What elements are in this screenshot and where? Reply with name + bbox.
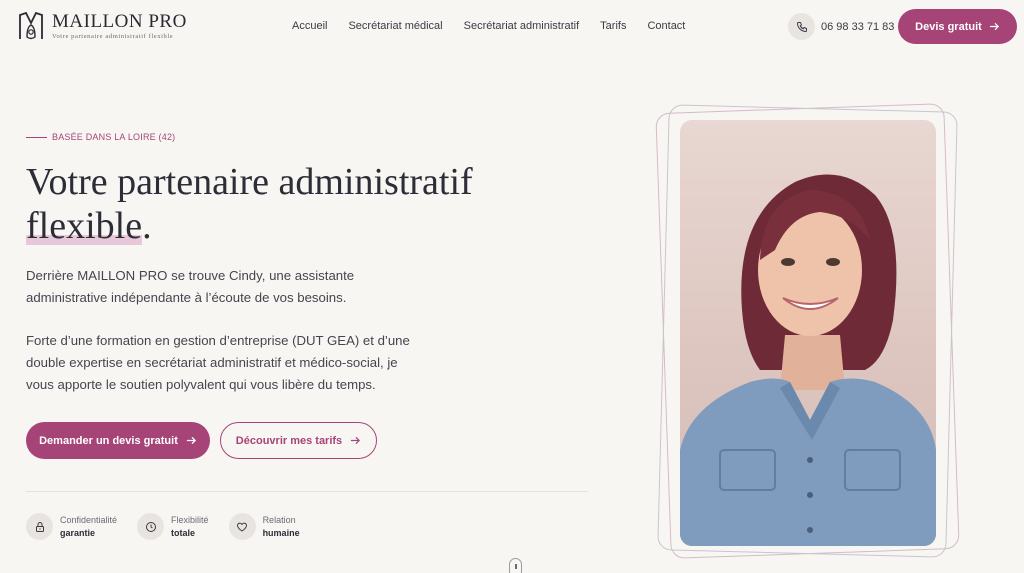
feature-label: Confidentialité (60, 514, 118, 525)
site-header: MAILLON PRO Votre partenaire administrat… (0, 0, 1024, 54)
header-devis-button[interactable]: Devis gratuit (898, 9, 1017, 44)
arrow-right-icon (186, 436, 196, 445)
portrait-illustration (680, 174, 936, 546)
brand-logo[interactable]: MAILLON PRO Votre partenaire administrat… (18, 9, 187, 43)
portrait-photo (680, 120, 936, 546)
kicker-text: BASÉE DANS LA LOIRE (42) (52, 132, 176, 142)
view-pricing-button[interactable]: Découvrir mes tarifs (220, 422, 377, 459)
arrow-right-icon (351, 436, 361, 445)
main-nav: Accueil Secrétariat médical Secrétariat … (292, 20, 685, 32)
phone-icon (788, 13, 815, 40)
heart-icon (228, 513, 256, 540)
nav-secretariat-medical[interactable]: Secrétariat médical (348, 20, 442, 32)
feature-relation: Relation humaine (228, 513, 300, 540)
nav-secretariat-administratif[interactable]: Secrétariat administratif (464, 20, 580, 32)
hero-paragraph-1: Derrière MAILLON PRO se trouve Cindy, un… (26, 268, 355, 305)
features-row: Confidentialité garantie Flexibilité tot… (26, 513, 320, 540)
scroll-indicator-icon[interactable] (509, 558, 522, 573)
hero-paragraph-2: Forte d’une formation en gestion d’entre… (26, 333, 410, 392)
nav-contact[interactable]: Contact (647, 20, 685, 32)
request-quote-label: Demander un devis gratuit (39, 434, 178, 447)
arrow-right-icon (989, 22, 999, 31)
feature-confidentiality: Confidentialité garantie (26, 513, 117, 540)
feature-flexibility: Flexibilité totale (137, 513, 209, 540)
feature-value: garantie (60, 527, 96, 538)
hero-title-highlight: flexible (26, 205, 143, 247)
hero-divider (26, 491, 588, 492)
feature-value: humaine (262, 527, 300, 538)
clock-icon (137, 513, 165, 540)
brand-tagline: Votre partenaire administratif flexible (52, 33, 174, 40)
logo-mark-icon (19, 11, 43, 40)
phone-link[interactable]: 06 98 33 71 83 (788, 13, 894, 40)
brand-name: MAILLON PRO (52, 11, 187, 32)
hero-title-main: Votre partenaire administratif (26, 161, 473, 203)
hero-kicker: BASÉE DANS LA LOIRE (42) (26, 132, 175, 142)
feature-value: totale (171, 527, 196, 538)
phone-number: 06 98 33 71 83 (821, 20, 895, 33)
feature-label: Relation (262, 514, 296, 525)
header-devis-label: Devis gratuit (915, 20, 982, 33)
nav-accueil[interactable]: Accueil (292, 20, 327, 32)
feature-label: Flexibilité (171, 514, 209, 525)
request-quote-button[interactable]: Demander un devis gratuit (26, 422, 210, 459)
view-pricing-label: Découvrir mes tarifs (235, 434, 343, 447)
kicker-line (26, 136, 47, 138)
hero-title-end: . (142, 205, 152, 247)
hero-title: Votre partenaire administratif flexible. (26, 160, 546, 248)
nav-tarifs[interactable]: Tarifs (600, 20, 626, 32)
lock-icon (26, 513, 53, 540)
